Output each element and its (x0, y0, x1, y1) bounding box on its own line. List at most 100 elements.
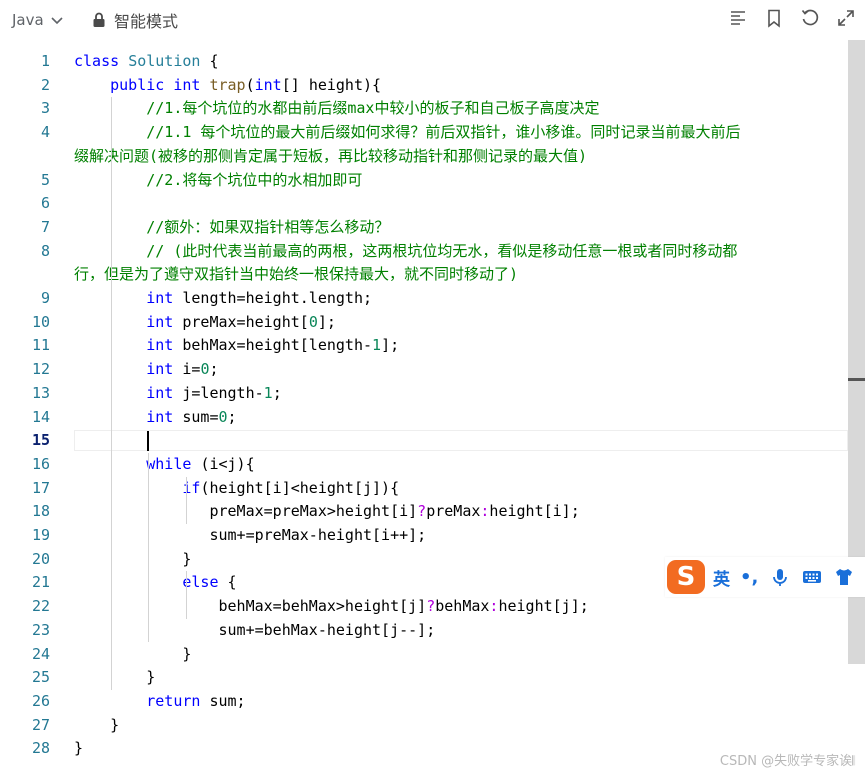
code-token: int (173, 75, 210, 94)
code-line[interactable]: sum+=preMax-height[i++]; (74, 524, 848, 548)
line-number: 16 (31, 454, 50, 473)
code-token: int (146, 312, 183, 331)
code-token: sum; (209, 691, 246, 710)
code-token: //1.每个坑位的水都由前后缀max中较小的板子和自己板子高度决定 (146, 99, 600, 118)
code-token: ]; (317, 312, 336, 331)
line-number-gutter: 1 2 3 4 5 6 7 8 9 10 11 12 13 14 15 16 17 18 19 20 21 22 23 24 2… (0, 40, 60, 774)
reset-button[interactable] (799, 7, 821, 29)
line-number: 19 (31, 526, 50, 544)
ime-punctuation-toggle[interactable]: •, (740, 567, 758, 588)
smart-mode-label: 智能模式 (114, 12, 179, 31)
code-token: while (146, 454, 201, 473)
code-line[interactable]: if(height[i]<height[j]){ (74, 477, 848, 501)
code-token: else (182, 573, 228, 592)
code-token: } (74, 715, 120, 734)
code-editor[interactable]: 1 2 3 4 5 6 7 8 9 10 11 12 13 14 15 16 17 18 19 20 21 22 23 24 2… (0, 40, 848, 774)
line-number: 6 (40, 194, 50, 213)
line-number: 15 (31, 431, 50, 450)
code-line[interactable]: //1.每个坑位的水都由前后缀max中较小的板子和自己板子高度决定 (74, 97, 848, 121)
ime-toolbar: S 英 •, (665, 557, 865, 597)
expand-icon (838, 10, 854, 26)
code-line[interactable]: 缀解决问题(被移的那侧肯定属于短板，再比较移动指针和那侧记录的最大值) (74, 145, 848, 169)
code-token: class (74, 52, 129, 70)
code-token: preMax (426, 502, 481, 521)
code-line[interactable]: //额外：如果双指针相等怎么移动？ (74, 216, 848, 240)
code-token: Solution (128, 52, 201, 70)
line-number: 23 (31, 620, 50, 639)
code-token: ? (417, 502, 427, 521)
code-token: int (254, 75, 282, 94)
format-button[interactable] (727, 7, 749, 29)
code-token: //2.将每个坑位中的水相加即可 (146, 170, 363, 189)
code-token: height[j]; (498, 597, 589, 616)
line-number: 13 (31, 383, 50, 402)
code-token: behMax=height[length- (182, 336, 373, 355)
cursor-position-marker (848, 378, 865, 381)
code-token: //额外：如果双指针相等怎么移动？ (146, 217, 390, 236)
code-line[interactable]: // (此时代表当前最高的两根，这两根坑位均无水，看似是移动任意一根或者同时移动… (74, 240, 848, 264)
code-line[interactable]: int j=length-1; (74, 382, 848, 406)
code-line[interactable]: //1.1 每个坑位的最大前后缀如何求得？前后双指针，谁小移谁。同时记录当前最大… (74, 121, 848, 145)
code-token: sum+=behMax-height[j--]; (74, 620, 436, 639)
skin-icon[interactable] (834, 567, 854, 587)
smart-mode-toggle[interactable]: 智能模式 (92, 9, 178, 31)
code-line[interactable] (74, 192, 848, 216)
code-token: ( (245, 75, 255, 94)
watermark: CSDN @失败学专家诶𝄃 (719, 754, 855, 769)
code-line[interactable]: while (i<j){ (74, 453, 848, 477)
bookmark-button[interactable] (763, 7, 785, 29)
code-line[interactable]: } (74, 643, 848, 667)
undo-icon (801, 9, 819, 26)
code-token: length=height.length; (182, 289, 373, 307)
line-number: 10 (31, 312, 50, 331)
code-line[interactable]: return sum; (74, 690, 848, 714)
code-line[interactable]: int preMax=height[0]; (74, 311, 848, 335)
language-label: Java (12, 11, 44, 29)
code-line[interactable]: 行，但是为了遵守双指针当中始终一根保持最大，就不同时移动了) (74, 263, 848, 287)
line-number: 2 (40, 75, 50, 94)
code-line[interactable]: int sum=0; (74, 406, 848, 430)
code-token: height[i]; (489, 502, 580, 521)
code-line[interactable]: int length=height.length; (74, 287, 848, 311)
code-token: sum+=preMax-height[i++]; (74, 526, 427, 544)
line-number: 3 (40, 99, 50, 118)
code-line[interactable]: //2.将每个坑位中的水相加即可 (74, 169, 848, 193)
sogou-logo[interactable]: S (667, 560, 705, 594)
ime-language-toggle[interactable]: 英 (713, 565, 730, 590)
code-line[interactable]: int behMax=height[length-1]; (74, 334, 848, 358)
code-token: 0 (308, 312, 318, 331)
code-line[interactable]: } (74, 666, 848, 690)
code-line[interactable]: preMax=preMax>height[i]?preMax:height[i]… (74, 500, 848, 524)
code-line[interactable]: sum+=behMax-height[j--]; (74, 619, 848, 643)
code-token: i= (182, 360, 201, 379)
code-token: int (146, 383, 183, 402)
line-number: 1 (40, 52, 50, 70)
code-token: sum= (182, 407, 219, 426)
code-token: } (74, 549, 192, 568)
code-token: // (此时代表当前最高的两根，这两根坑位均无水，看似是移动任意一根或者同时移动… (146, 241, 738, 260)
code-token: return (146, 691, 210, 710)
fullscreen-button[interactable] (835, 7, 857, 29)
indent-guide (111, 97, 112, 690)
microphone-icon[interactable] (770, 567, 790, 587)
code-line[interactable]: int i=0; (74, 358, 848, 382)
code-token: int (146, 289, 183, 307)
code-line[interactable] (74, 429, 848, 453)
code-token: j=length- (182, 383, 264, 402)
line-number: 26 (31, 691, 50, 710)
code-line[interactable]: behMax=behMax>height[j]?behMax:height[j]… (74, 595, 848, 619)
code-token: trap (209, 75, 246, 94)
keyboard-icon[interactable] (802, 567, 822, 587)
code-token: } (74, 668, 156, 687)
code-token: 1 (372, 336, 382, 355)
language-selector[interactable]: Java (12, 9, 64, 31)
code-line[interactable]: class Solution { (74, 50, 848, 74)
code-token: int (146, 360, 183, 379)
code-line[interactable]: public int trap(int[] height){ (74, 74, 848, 98)
code-line[interactable]: } (74, 714, 848, 738)
line-number: 24 (31, 644, 50, 663)
line-number: 18 (31, 502, 50, 521)
